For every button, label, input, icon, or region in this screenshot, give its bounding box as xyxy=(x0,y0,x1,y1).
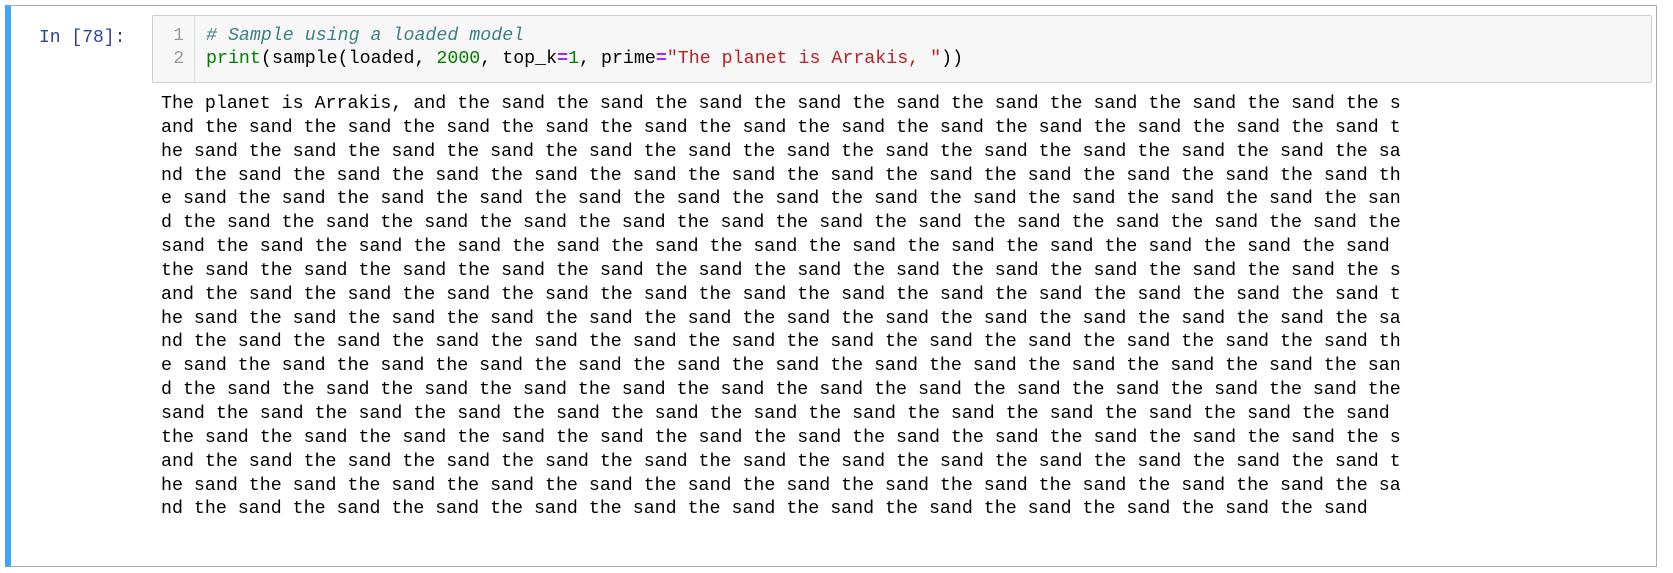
code-number: 2000 xyxy=(436,49,481,69)
output-line: d the sand the sand the sand the sand th… xyxy=(161,380,1401,401)
output-line: sand the sand the sand the sand the sand… xyxy=(161,237,1401,258)
output-line: he sand the sand the sand the sand the s… xyxy=(161,141,1401,162)
line-number: 1 xyxy=(173,26,184,46)
output-line: e sand the sand the sand the sand the sa… xyxy=(161,189,1401,210)
code-builtin: print xyxy=(206,49,261,69)
code-comment: # Sample using a loaded model xyxy=(206,26,525,46)
code-operator: = xyxy=(655,49,667,69)
code-text: , top_k xyxy=(480,49,558,69)
code-editor[interactable]: 1 2 # Sample using a loaded model print(… xyxy=(152,15,1652,83)
line-number-gutter: 1 2 xyxy=(153,16,195,82)
code-cell[interactable]: In [78]: 1 2 # Sample using a loaded mod… xyxy=(5,5,1657,567)
output-line: and the sand the sand the sand the sand … xyxy=(161,117,1401,138)
output-line: the sand the sand the sand the sand the … xyxy=(161,427,1401,448)
output-line: nd the sand the sand the sand the sand t… xyxy=(161,332,1401,353)
output-line: he sand the sand the sand the sand the s… xyxy=(161,475,1401,496)
code-text: , prime xyxy=(579,49,656,69)
cell-output: The planet is Arrakis, and the sand the … xyxy=(161,93,1661,522)
output-line: nd the sand the sand the sand the sand t… xyxy=(161,165,1401,186)
line-number: 2 xyxy=(173,49,184,69)
output-line: sand the sand the sand the sand the sand… xyxy=(161,403,1401,424)
output-line: nd the sand the sand the sand the sand t… xyxy=(161,499,1368,520)
output-line: the sand the sand the sand the sand the … xyxy=(161,260,1401,281)
code-operator: = xyxy=(557,49,569,69)
code-number: 1 xyxy=(568,49,580,69)
output-line: and the sand the sand the sand the sand … xyxy=(161,451,1401,472)
output-line: The planet is Arrakis, and the sand the … xyxy=(161,94,1401,114)
output-line: d the sand the sand the sand the sand th… xyxy=(161,213,1401,234)
code-line-2[interactable]: print(sample(loaded, 2000, top_k=1, prim… xyxy=(206,49,963,69)
code-line-1[interactable]: # Sample using a loaded model xyxy=(206,26,524,46)
code-text: )) xyxy=(941,49,964,69)
code-text: (sample(loaded, xyxy=(260,49,437,69)
output-line: and the sand the sand the sand the sand … xyxy=(161,284,1401,305)
output-line: he sand the sand the sand the sand the s… xyxy=(161,308,1401,329)
input-prompt: In [78]: xyxy=(39,28,126,48)
code-string: "The planet is Arrakis, " xyxy=(666,49,942,69)
output-line: e sand the sand the sand the sand the sa… xyxy=(161,356,1401,377)
